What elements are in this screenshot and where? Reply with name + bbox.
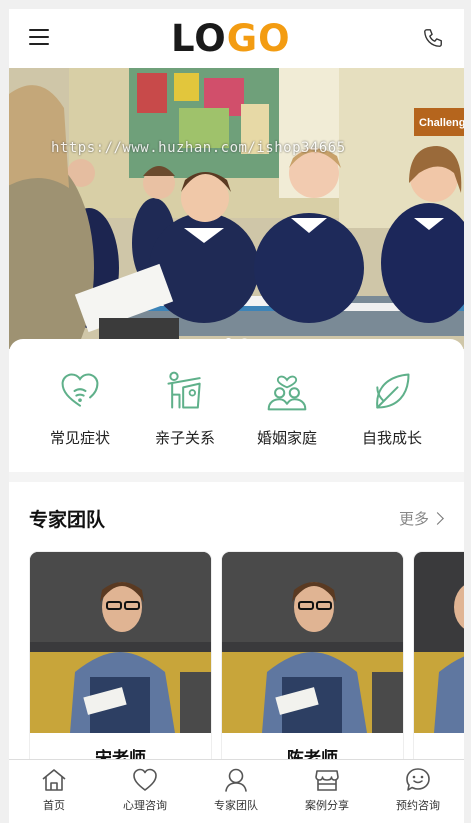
classroom-photo: Challeng [9, 68, 464, 349]
logo[interactable]: LOGO [171, 19, 291, 59]
category-marriage-family[interactable]: 婚姻家庭 [242, 369, 332, 448]
category-parent-child[interactable]: 亲子关系 [140, 369, 230, 448]
expert-photo [30, 552, 211, 733]
nav-item-cases[interactable]: 案例分享 [282, 766, 372, 813]
category-label: 常见症状 [49, 429, 110, 447]
expert-team-section: 专家团队 更多 宋老师 [9, 482, 464, 782]
logo-text-dark: LO [171, 17, 227, 60]
app-page: LOGO Challeng https://www.huzhan.com/ish… [9, 9, 464, 823]
nav-item-home[interactable]: 首页 [9, 766, 99, 813]
more-link[interactable]: 更多 [398, 508, 444, 529]
section-title: 专家团队 [29, 509, 106, 531]
expert-card[interactable] [414, 552, 464, 782]
couple-heart-icon [267, 375, 307, 411]
category-label: 亲子关系 [154, 429, 215, 447]
expert-photo [222, 552, 403, 733]
category-label: 婚姻家庭 [256, 429, 317, 447]
heart-signal-icon [61, 373, 99, 407]
nav-item-counseling[interactable]: 心理咨询 [100, 766, 190, 813]
category-card: 常见症状 亲子关系 婚姻家庭 自我成长 [9, 339, 464, 472]
watermark-url: https://www.huzhan.com/ishop34665 [51, 140, 346, 156]
category-common-symptoms[interactable]: 常见症状 [35, 369, 125, 448]
chat-icon [406, 768, 430, 791]
expert-photo [414, 552, 464, 733]
hero-banner[interactable]: Challeng https://www.huzhan.com/ishop346… [9, 68, 464, 349]
menu-icon[interactable] [29, 29, 49, 47]
chevron-right-icon [431, 512, 444, 525]
phone-icon[interactable] [422, 27, 444, 49]
top-header: LOGO [9, 9, 464, 68]
nav-label: 首页 [43, 799, 65, 812]
more-label: 更多 [398, 510, 429, 528]
heart-icon [133, 768, 157, 791]
user-icon [225, 768, 247, 792]
logo-text-orange: GO [226, 17, 291, 60]
expert-card[interactable]: 陈老师 [222, 552, 403, 782]
category-label: 自我成长 [361, 429, 422, 447]
category-self-growth[interactable]: 自我成长 [347, 369, 437, 448]
nav-label: 预约咨询 [396, 799, 440, 812]
home-icon [42, 769, 66, 791]
wall-sign-text: Challeng [419, 117, 464, 129]
store-icon [315, 770, 339, 791]
nav-item-experts[interactable]: 专家团队 [191, 766, 281, 813]
nav-label: 案例分享 [305, 799, 349, 812]
expert-card[interactable]: 宋老师 [30, 552, 211, 782]
bottom-navigation: 首页 心理咨询 专家团队 案例分享 预约咨询 [9, 759, 464, 823]
parent-child-icon [167, 371, 201, 409]
nav-item-appointment[interactable]: 预约咨询 [373, 766, 463, 813]
leaf-icon [376, 373, 410, 409]
nav-label: 专家团队 [214, 799, 258, 812]
nav-label: 心理咨询 [123, 799, 167, 812]
